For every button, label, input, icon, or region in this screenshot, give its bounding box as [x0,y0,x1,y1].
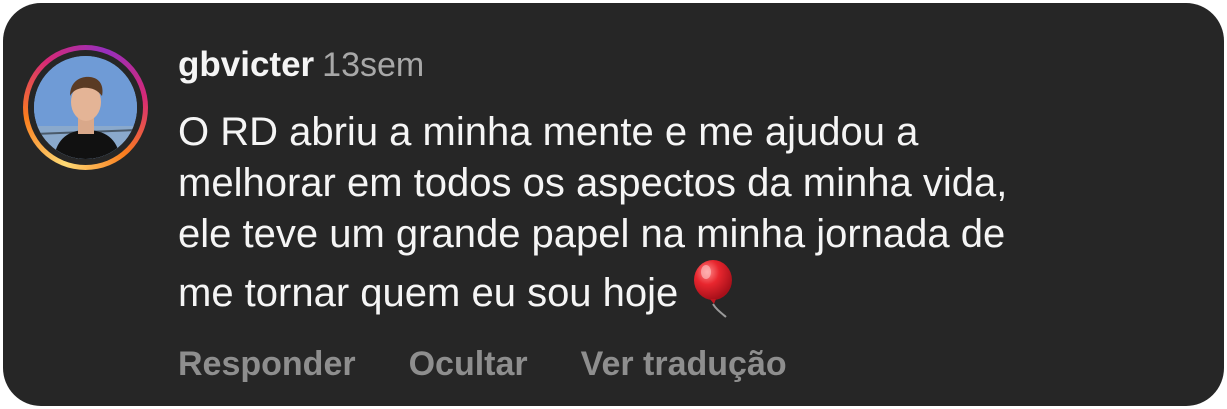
translate-button[interactable]: Ver tradução [581,343,787,385]
username[interactable]: gbvicter [178,45,314,84]
comment-card: gbvicter 13sem O RD abriu a minha mente e… [3,3,1224,406]
comment-last-line: me tornar quem eu sou hoje [178,260,1188,319]
avatar-story-ring[interactable] [23,45,148,170]
comment-line: melhorar em todos os aspectos da minha v… [178,161,1008,205]
comment-header: gbvicter 13sem [178,43,424,94]
reply-button[interactable]: Responder [178,343,356,385]
balloon-icon [690,260,738,318]
avatar[interactable] [34,56,137,159]
comment-actions: Responder Ocultar Ver tradução [178,343,840,385]
comment-line: me tornar quem eu sou hoje [178,271,679,315]
comment-line: ele teve um grande papel na minha jornad… [178,212,1006,256]
comment-line: O RD abriu a minha mente e me ajudou a [178,110,919,154]
hide-button[interactable]: Ocultar [409,343,528,385]
comment-timestamp: 13sem [322,46,425,84]
comment-text: O RD abriu a minha mente e me ajudou a m… [178,107,1188,319]
avatar-photo [34,56,137,159]
